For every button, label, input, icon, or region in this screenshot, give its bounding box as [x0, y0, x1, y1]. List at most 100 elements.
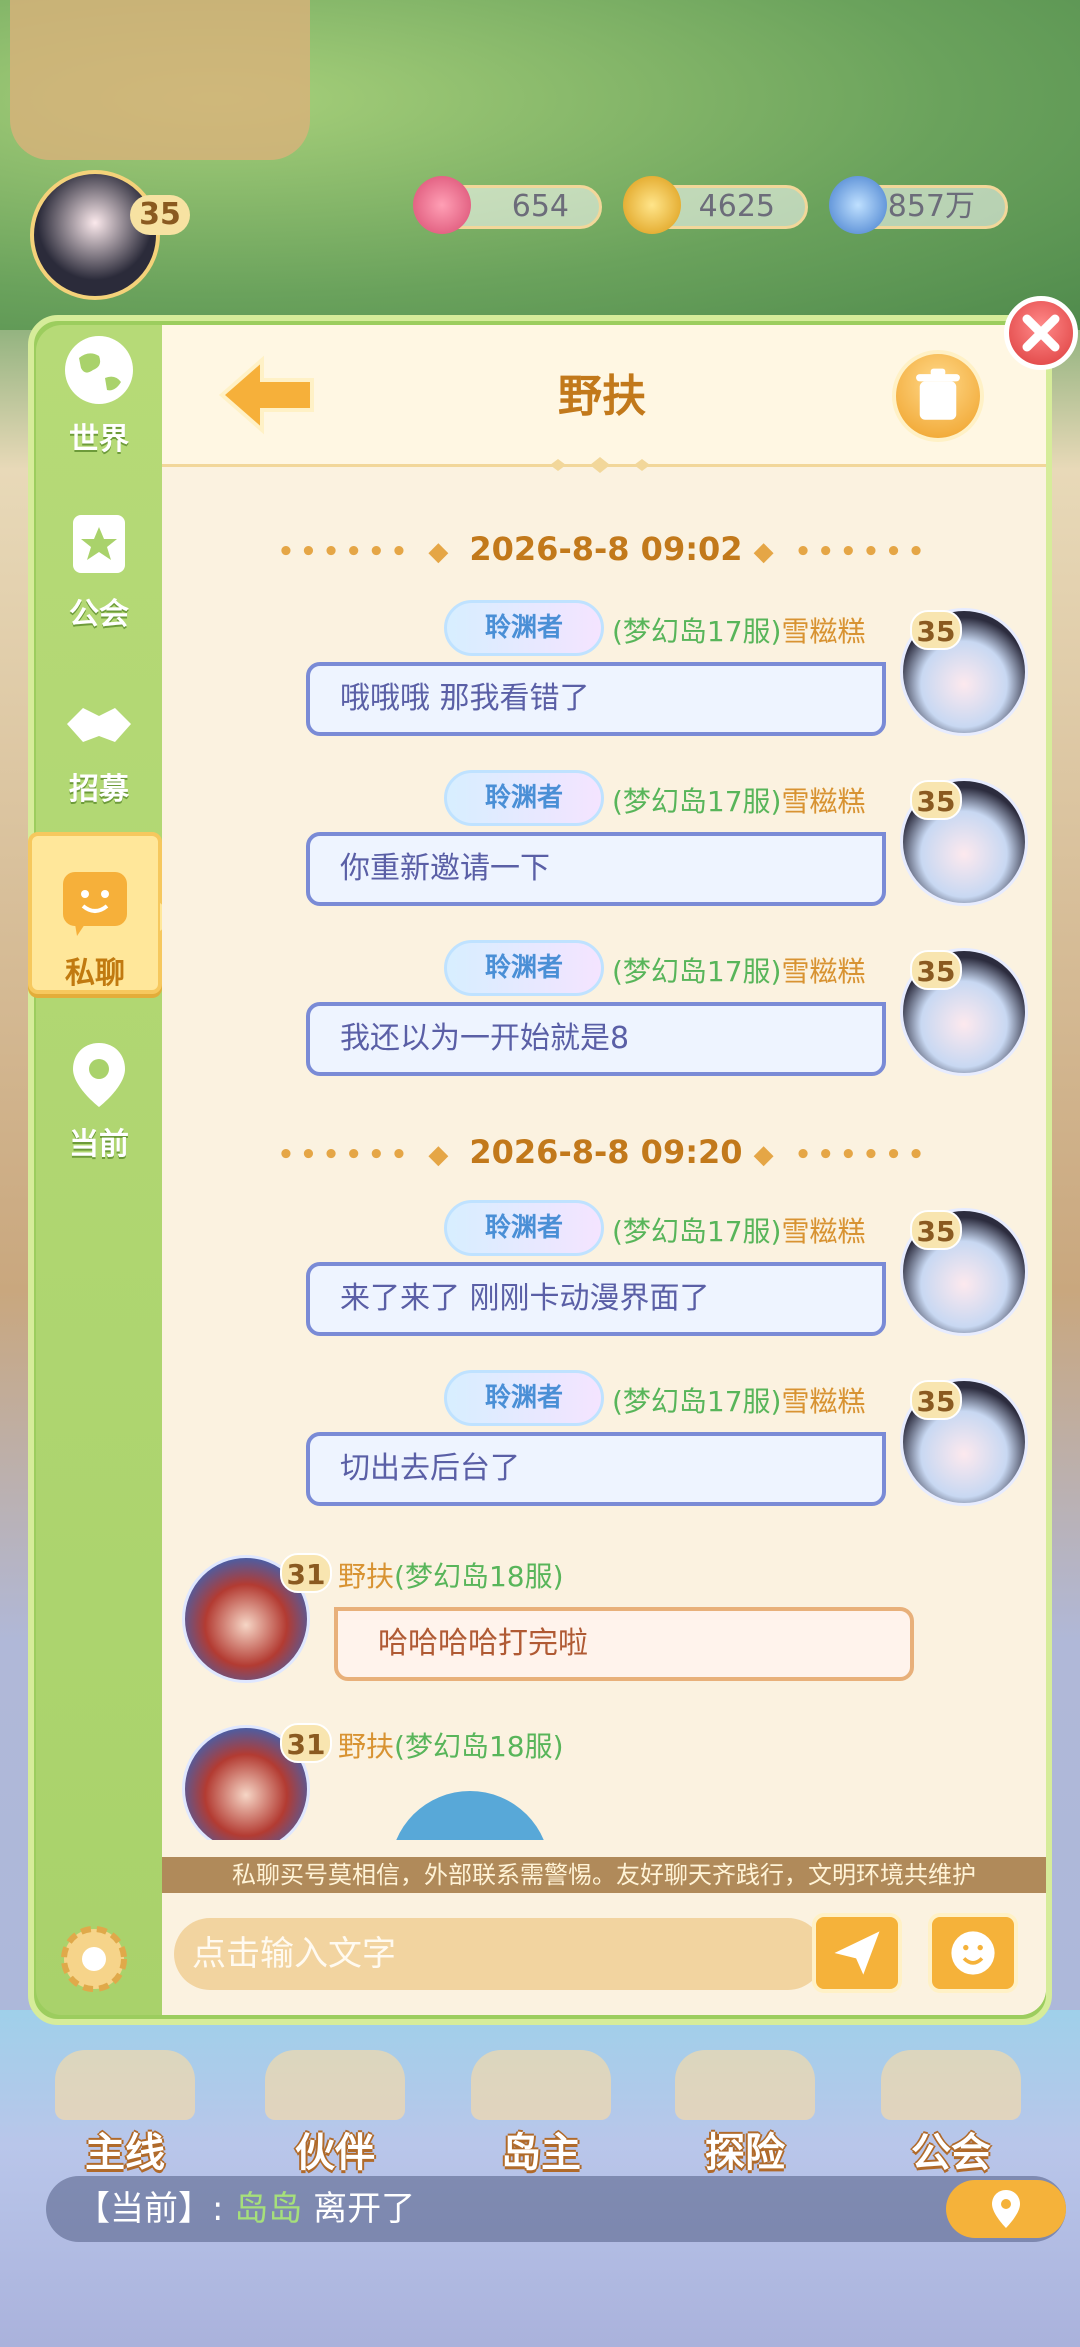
chat-partner-title: 野扶: [558, 371, 646, 422]
message-row-other: 31 野扶(梦幻岛18服): [162, 1715, 1046, 1840]
divider-dots: •••••• ◆: [277, 1140, 470, 1170]
location-pin-icon: [992, 2190, 1020, 2228]
safety-notice: 私聊买号莫相信，外部联系需警惕。友好聊天齐践行，文明环境共维护: [162, 1857, 1046, 1893]
emoji-button[interactable]: [928, 1913, 1018, 1993]
sidebar-item-world[interactable]: 世界: [36, 330, 162, 480]
main-quest-icon: [55, 2050, 195, 2120]
divider-dots: ◆ ••••••: [753, 537, 931, 567]
sender-server: (梦幻岛17服): [612, 1215, 782, 1248]
message-row-self: 聆渊者 (梦幻岛17服)雪糍糕 35 我还以为一开始就是8: [162, 940, 1046, 1110]
sender-info: (梦幻岛17服)雪糍糕: [612, 610, 866, 650]
avatar-level: 35: [910, 1210, 962, 1250]
divider-dots: ◆ ••••••: [753, 1140, 931, 1170]
sender-name: 雪糍糕: [781, 1385, 866, 1418]
gem-counter[interactable]: 654: [413, 176, 602, 234]
handshake-icon: [67, 708, 131, 742]
sender-server: (梦幻岛18服): [394, 1560, 564, 1593]
guild-icon: [881, 2050, 1021, 2120]
sidebar-item-label: 世界: [69, 422, 129, 457]
power-counter[interactable]: 1857万: [829, 176, 1008, 234]
sticker-image[interactable]: [390, 1791, 550, 1840]
message-row-self: 聆渊者 (梦幻岛17服)雪糍糕 35 哦哦哦 那我看错了: [162, 600, 1046, 770]
message-bubble[interactable]: 哦哦哦 那我看错了: [306, 662, 886, 736]
adventure-icon: [675, 2050, 815, 2120]
message-list[interactable]: •••••• ◆ 2026-8-8 09:02 ◆ •••••• 聆渊者 (梦幻…: [162, 470, 1046, 1840]
sender-server: (梦幻岛18服): [394, 1730, 564, 1763]
sidebar-item-private-chat[interactable]: 私聊: [28, 832, 162, 994]
sender-server: (梦幻岛17服): [612, 785, 782, 818]
gear-icon[interactable]: [52, 1917, 136, 2001]
close-dialog-button[interactable]: [1004, 296, 1078, 370]
message-input[interactable]: [174, 1918, 824, 1990]
guild-banner-icon: [73, 515, 125, 573]
message-bubble[interactable]: 哈哈哈哈打完啦: [334, 1607, 914, 1681]
sender-name: 野扶: [338, 1730, 395, 1763]
ticker-player-name: 岛岛: [234, 2189, 303, 2229]
sidebar-item-label: 公会: [69, 597, 129, 632]
island-owner-icon: [471, 2050, 611, 2120]
gold-counter[interactable]: 4625: [623, 176, 808, 234]
sidebar-item-current[interactable]: 当前: [36, 1035, 162, 1185]
send-plane-icon: [834, 1931, 880, 1975]
gold-value: 4625: [698, 189, 775, 224]
sender-server: (梦幻岛17服): [612, 615, 782, 648]
player-level: 35: [130, 195, 190, 235]
sidebar-item-recruit[interactable]: 招募: [36, 680, 162, 830]
nav-label: 公会: [911, 2130, 991, 2176]
avatar-level: 35: [910, 780, 962, 820]
sender-name: 野扶: [338, 1560, 395, 1593]
sender-info: (梦幻岛17服)雪糍糕: [612, 1210, 866, 1250]
message-row-self: 聆渊者 (梦幻岛17服)雪糍糕 35 来了来了 刚刚卡动漫界面了: [162, 1200, 1046, 1370]
smiley-icon: [951, 1931, 995, 1975]
title-badge: 聆渊者: [444, 770, 604, 826]
sidebar-item-label: 当前: [69, 1127, 129, 1162]
sender-name: 雪糍糕: [781, 955, 866, 988]
sender-info: (梦幻岛17服)雪糍糕: [612, 1380, 866, 1420]
ticker-action: 离开了: [313, 2189, 416, 2229]
timestamp-text: 2026-8-8 09:20: [469, 1133, 743, 1171]
nav-island-owner[interactable]: 岛主: [466, 2050, 616, 2178]
sender-info: (梦幻岛17服)雪糍糕: [612, 780, 866, 820]
sidebar-item-label: 招募: [69, 772, 129, 807]
sender-info: (梦幻岛17服)雪糍糕: [612, 950, 866, 990]
locate-button[interactable]: [946, 2180, 1066, 2238]
avatar-level: 35: [910, 1380, 962, 1420]
nav-label: 主线: [85, 2130, 165, 2176]
divider-dots: •••••• ◆: [277, 537, 470, 567]
nav-partners[interactable]: 伙伴: [260, 2050, 410, 2178]
smile-chat-icon: [63, 872, 127, 936]
avatar-level: 35: [910, 610, 962, 650]
sender-name: 雪糍糕: [781, 615, 866, 648]
nav-main-quest[interactable]: 主线: [50, 2050, 200, 2178]
avatar-level: 31: [280, 1553, 332, 1593]
message-bubble[interactable]: 切出去后台了: [306, 1432, 886, 1506]
message-bubble[interactable]: 来了来了 刚刚卡动漫界面了: [306, 1262, 886, 1336]
sidebar-item-guild[interactable]: 公会: [36, 505, 162, 655]
sender-info: 野扶(梦幻岛18服): [338, 1725, 564, 1765]
sender-name: 雪糍糕: [781, 785, 866, 818]
location-pin-icon: [73, 1043, 125, 1107]
gold-coin-icon: [623, 176, 681, 234]
delete-chat-button[interactable]: [892, 350, 984, 442]
ticker-prefix: 【当前】:: [76, 2189, 224, 2229]
gem-icon: [413, 176, 471, 234]
sender-name: 雪糍糕: [781, 1215, 866, 1248]
player-avatar[interactable]: [30, 170, 160, 300]
message-row-self: 聆渊者 (梦幻岛17服)雪糍糕 35 你重新邀请一下: [162, 770, 1046, 940]
nav-guild[interactable]: 公会: [876, 2050, 1026, 2178]
message-bubble[interactable]: 你重新邀请一下: [306, 832, 886, 906]
sidebar-item-label: 私聊: [65, 956, 125, 991]
back-arrow-icon[interactable]: [212, 350, 322, 440]
message-bubble[interactable]: 我还以为一开始就是8: [306, 1002, 886, 1076]
timestamp-separator: •••••• ◆ 2026-8-8 09:02 ◆ ••••••: [162, 530, 1046, 568]
avatar-level: 31: [280, 1723, 332, 1763]
current-channel-ticker[interactable]: 【当前】: 岛岛 离开了: [46, 2176, 1066, 2242]
title-badge: 聆渊者: [444, 1370, 604, 1426]
avatar-level: 35: [910, 950, 962, 990]
title-badge: 聆渊者: [444, 600, 604, 656]
close-icon: [1022, 314, 1060, 352]
gem-value: 654: [511, 189, 569, 224]
send-button[interactable]: [812, 1913, 902, 1993]
island-building: [10, 0, 310, 160]
nav-adventure[interactable]: 探险: [670, 2050, 820, 2178]
